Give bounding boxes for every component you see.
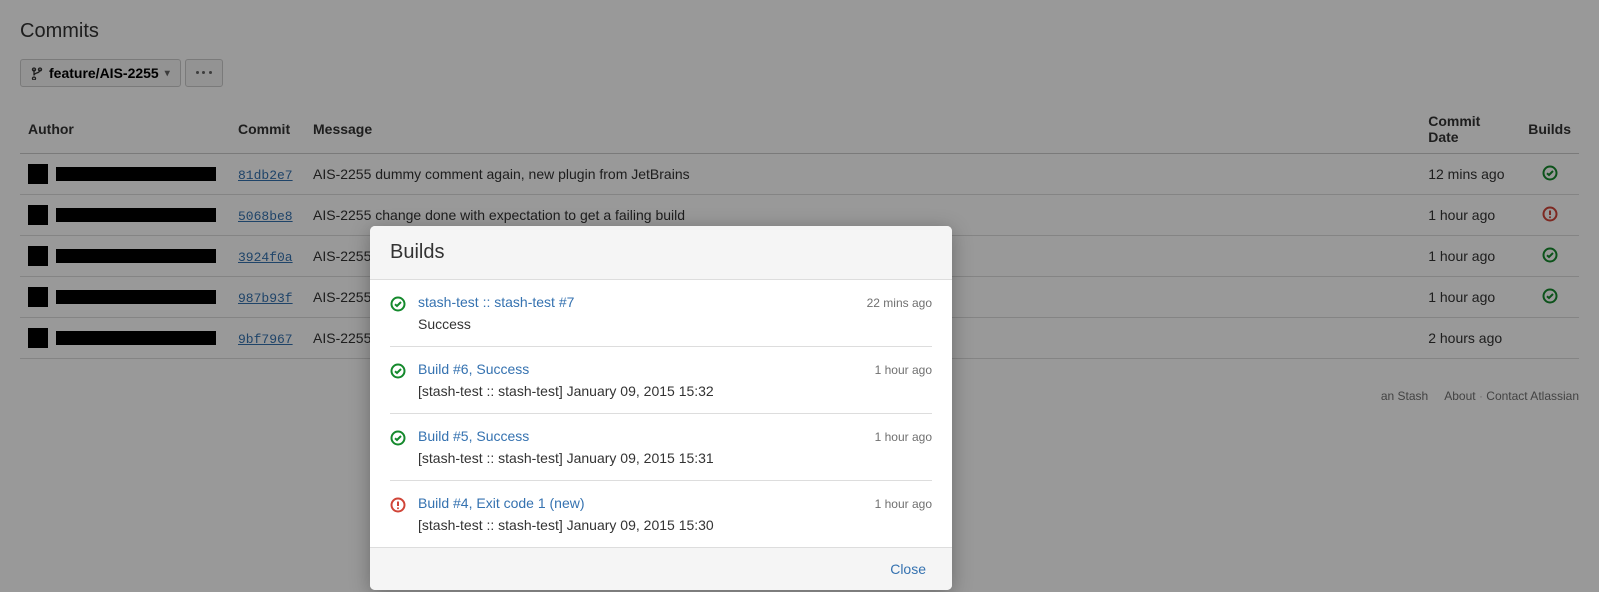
- build-item: Build #5, Success 1 hour ago [stash-test :…: [390, 414, 932, 481]
- build-time: 22 mins ago: [867, 296, 932, 310]
- build-time: 1 hour ago: [875, 430, 932, 444]
- dialog-title: Builds: [390, 241, 932, 264]
- build-item: Build #6, Success 1 hour ago [stash-test :…: [390, 347, 932, 414]
- build-link[interactable]: Build #6, Success: [418, 361, 529, 377]
- fail-icon: [390, 497, 406, 513]
- build-description: [stash-test :: stash-test] January 09, 2…: [418, 383, 932, 399]
- dialog-footer: Close: [370, 547, 952, 590]
- build-time: 1 hour ago: [875, 363, 932, 377]
- dialog-header: Builds: [370, 226, 952, 280]
- build-description: [stash-test :: stash-test] January 09, 2…: [418, 450, 932, 466]
- build-link[interactable]: Build #4, Exit code 1 (new): [418, 495, 585, 511]
- build-status-icon: [390, 294, 408, 332]
- close-button[interactable]: Close: [884, 560, 932, 578]
- build-description: [stash-test :: stash-test] January 09, 2…: [418, 517, 932, 533]
- success-icon: [390, 296, 406, 312]
- build-status-icon: [390, 495, 408, 533]
- build-status-icon: [390, 361, 408, 399]
- success-icon: [390, 363, 406, 379]
- build-status-icon: [390, 428, 408, 466]
- build-item: Build #4, Exit code 1 (new) 1 hour ago [st…: [390, 481, 932, 547]
- builds-list: stash-test :: stash-test #7 22 mins agoSu…: [370, 280, 952, 547]
- build-link[interactable]: stash-test :: stash-test #7: [418, 294, 574, 310]
- builds-dialog: Builds stash-test :: stash-test #7 22 min…: [370, 226, 952, 590]
- build-link[interactable]: Build #5, Success: [418, 428, 529, 444]
- build-item: stash-test :: stash-test #7 22 mins agoSu…: [390, 280, 932, 347]
- build-description: Success: [418, 316, 932, 332]
- build-time: 1 hour ago: [875, 497, 932, 511]
- success-icon: [390, 430, 406, 446]
